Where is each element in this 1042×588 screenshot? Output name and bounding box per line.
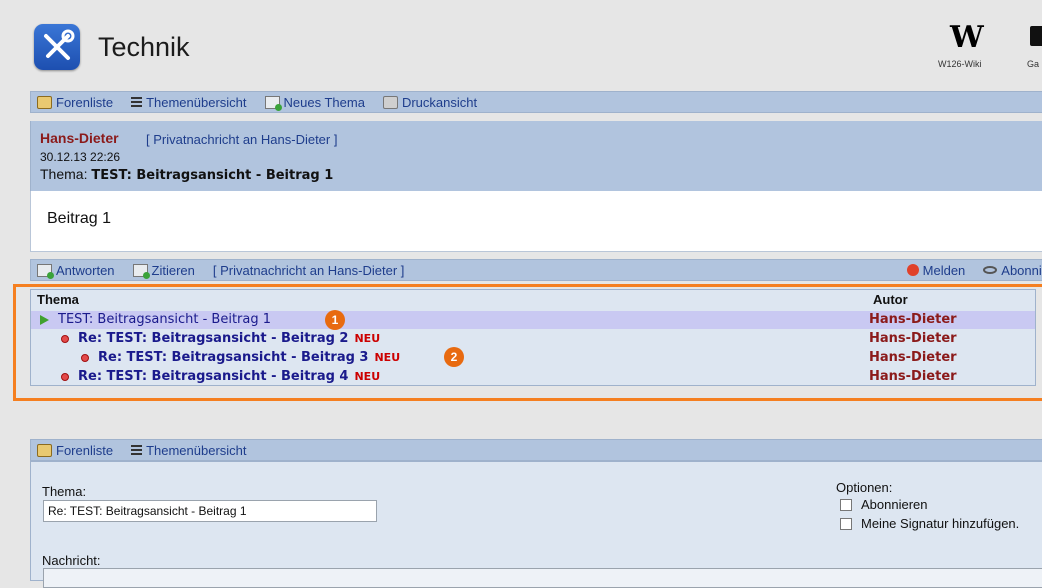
wiki-logo-icon[interactable]: W [950,20,984,55]
home-icon [37,443,52,457]
antworten-button[interactable]: Antworten [37,262,115,279]
warning-icon [906,264,919,276]
nachricht-label: Nachricht: [42,553,101,568]
bullet-icon [61,334,69,343]
topic-title: TEST: Beitragsansicht - Beitrag 1 [91,168,334,183]
topic-label: Thema: [40,166,88,182]
thema-label: Thema: [42,484,87,499]
neues-thema-link[interactable]: Neues Thema [264,94,365,111]
annotation-marker: 2 [444,347,464,367]
forenliste-label: Forenliste [56,94,114,110]
new-badge: NEU [354,332,381,345]
thread-row-title[interactable]: Re: TEST: Beitragsansicht - Beitrag 2 [78,331,348,346]
bullet-icon [61,372,69,381]
zitieren-button[interactable]: Zitieren [132,262,195,279]
zitieren-label: Zitieren [151,262,195,278]
druckansicht-link[interactable]: Druckansicht [382,94,478,110]
wiki-label[interactable]: W126-Wiki [938,59,982,69]
thread-row-author[interactable]: Hans-Dieter [869,350,957,365]
new-badge: NEU [374,351,401,364]
optionen-label: Optionen: [836,480,893,495]
mail-plus-icon [264,95,282,111]
eye-icon [983,266,998,274]
post-body [30,191,1042,252]
list-icon [131,96,143,108]
thread-row[interactable]: Re: TEST: Beitragsansicht - Beitrag 4 NE… [61,369,380,384]
bullet-icon [81,353,89,362]
themenuebersicht-label: Themenübersicht [146,442,247,458]
post-actions-bar: Antworten Zitieren [ Privatnachricht an … [30,259,1042,281]
reply-icon [37,263,54,279]
pm-link-actions[interactable]: [ Privatnachricht an Hans-Dieter ] [213,263,404,278]
page-title: Technik [98,32,190,62]
home-icon [37,95,52,109]
druckansicht-label: Druckansicht [401,94,478,110]
option-abonnieren-label: Abonnieren [861,497,928,512]
abonnieren-button[interactable]: Abonnie [983,263,1042,278]
quote-icon [132,263,150,279]
option-abonnieren[interactable]: Abonnieren [840,497,928,512]
post-date: 30.12.13 22:26 [40,150,121,164]
arrow-right-icon [40,314,49,325]
message-textarea[interactable] [43,568,1042,588]
thread-row-title[interactable]: Re: TEST: Beitragsansicht - Beitrag 4 [78,369,348,384]
thread-row[interactable]: Re: TEST: Beitragsansicht - Beitrag 3 NE… [81,350,400,365]
post-topic: Thema: TEST: Beitragsansicht - Beitrag 1 [40,166,333,183]
themenuebersicht-link[interactable]: Themenübersicht [131,94,247,110]
option-signatur[interactable]: Meine Signatur hinzufügen. [840,516,1019,531]
gallery-icon[interactable] [1030,26,1042,46]
thread-row-title[interactable]: Re: TEST: Beitragsansicht - Beitrag 3 [98,350,368,365]
thread-row[interactable]: TEST: Beitragsansicht - Beitrag 1 [40,312,271,327]
abonnieren-label: Abonnie [1001,262,1042,278]
themenuebersicht-label: Themenübersicht [146,94,247,110]
melden-button[interactable]: Melden [906,262,966,278]
private-message-link[interactable]: [ Privatnachricht an Hans-Dieter ] [146,132,337,147]
new-badge: NEU [354,370,381,383]
thread-row-author[interactable]: Hans-Dieter [869,369,957,384]
post-author[interactable]: Hans-Dieter [40,130,119,146]
gallery-label[interactable]: Ga [1027,59,1039,69]
checkbox-icon[interactable] [840,517,852,530]
option-signatur-label: Meine Signatur hinzufügen. [861,516,1020,531]
print-icon [382,95,398,109]
forenliste-label: Forenliste [56,442,114,458]
column-header-thema: Thema [37,292,79,307]
thread-row-title[interactable]: TEST: Beitragsansicht - Beitrag 1 [58,312,271,327]
thread-row-author[interactable]: Hans-Dieter [869,331,957,346]
melden-label: Melden [922,262,966,278]
thema-input[interactable] [43,500,377,522]
antworten-label: Antworten [56,262,115,278]
checkbox-icon[interactable] [840,498,852,511]
thread-row-author[interactable]: Hans-Dieter [869,312,957,327]
themenuebersicht-link-bottom[interactable]: Themenübersicht [131,442,247,458]
annotation-marker: 1 [325,310,345,330]
forenliste-link[interactable]: Forenliste [37,95,113,110]
list-icon [131,444,143,456]
bottom-toolbar: Forenliste Themenübersicht [30,439,1042,461]
post-text: Beitrag 1 [47,210,112,227]
column-header-autor: Autor [873,292,908,307]
top-toolbar: Forenliste Themenübersicht Neues Thema D… [30,91,1042,113]
forenliste-link-bottom[interactable]: Forenliste [37,443,113,458]
thread-row[interactable]: Re: TEST: Beitragsansicht - Beitrag 2 NE… [61,331,380,346]
tools-icon [34,24,80,70]
neues-thema-label: Neues Thema [283,94,365,110]
